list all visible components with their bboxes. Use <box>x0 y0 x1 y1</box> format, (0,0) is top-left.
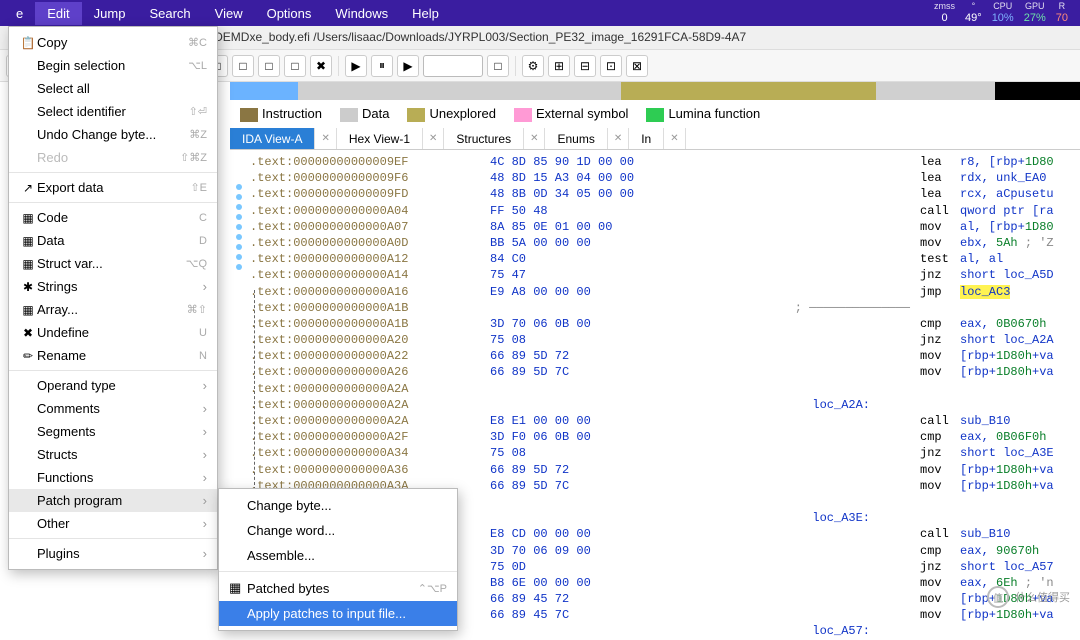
disasm-line[interactable]: .text:0000000000000A2A <box>250 381 1080 397</box>
menu-item-other[interactable]: Other <box>9 512 217 535</box>
menu-bar: eEditJumpSearchViewOptionsWindowsHelp zm… <box>0 0 1080 26</box>
edit-menu-dropdown: 📋Copy⌘CBegin selection⌥LSelect allSelect… <box>8 26 218 570</box>
menu-item-plugins[interactable]: Plugins <box>9 542 217 565</box>
tab-structures[interactable]: Structures <box>444 128 524 149</box>
menu-windows[interactable]: Windows <box>323 2 400 25</box>
disasm-line[interactable]: .text:0000000000000A2666 89 5D 7Cmov[rbp… <box>250 364 1080 380</box>
submenu-item-change-byte-[interactable]: Change byte... <box>219 493 457 518</box>
disasm-line[interactable]: .text:0000000000000A2AE8 E1 00 00 00call… <box>250 413 1080 429</box>
disasm-line[interactable]: .text:0000000000000A0DBB 5A 00 00 00move… <box>250 235 1080 251</box>
disasm-line[interactable]: .text:0000000000000A2075 08jnzshort loc_… <box>250 332 1080 348</box>
overview-strip[interactable] <box>230 82 1080 100</box>
toolbar-button-15[interactable]: □ <box>487 55 509 77</box>
submenu-item-patched-bytes[interactable]: ▦Patched bytes⌃⌥P <box>219 575 457 601</box>
submenu-item-assemble-[interactable]: Assemble... <box>219 543 457 568</box>
system-stats: zmss0 °49° CPU10% GPU27% R70 <box>934 2 1076 24</box>
disasm-line[interactable]: .text:0000000000000A3475 08jnzshort loc_… <box>250 445 1080 461</box>
disasm-line[interactable]: .text:0000000000000A2266 89 5D 72mov[rbp… <box>250 348 1080 364</box>
menu-item-undefine[interactable]: ✖UndefineU <box>9 321 217 344</box>
menu-item-patch-program[interactable]: Patch program <box>9 489 217 512</box>
menu-item-array-[interactable]: ▦Array...⌘⇧ <box>9 298 217 321</box>
menu-item-struct-var-[interactable]: ▦Struct var...⌥Q <box>9 252 217 275</box>
tab-ida-view-a[interactable]: IDA View-A <box>230 128 315 149</box>
menu-item-comments[interactable]: Comments <box>9 397 217 420</box>
menu-help[interactable]: Help <box>400 2 451 25</box>
menu-item-strings[interactable]: ✱Strings <box>9 275 217 298</box>
toolbar-button-9[interactable]: □ <box>258 55 280 77</box>
jump-arrow <box>234 290 294 490</box>
menu-jump[interactable]: Jump <box>82 2 138 25</box>
toolbar-button-20[interactable]: ⊠ <box>626 55 648 77</box>
toolbar-button-18[interactable]: ⊟ <box>574 55 596 77</box>
menu-item-code[interactable]: ▦CodeC <box>9 206 217 229</box>
menu-icon: ↗ <box>19 181 37 195</box>
disasm-line[interactable]: .text:00000000000009EF4C 8D 85 90 1D 00 … <box>250 154 1080 170</box>
menu-icon: 📋 <box>19 36 37 50</box>
menu-item-undo-change-byte-[interactable]: Undo Change byte...⌘Z <box>9 123 217 146</box>
tab-in[interactable]: In <box>629 128 664 149</box>
menu-e[interactable]: e <box>4 2 35 25</box>
close-icon[interactable]: ✕ <box>530 133 538 144</box>
disasm-line[interactable]: .text:00000000000009FD48 8B 0D 34 05 00 … <box>250 186 1080 202</box>
toolbar-button-14[interactable]: ▶ <box>397 55 419 77</box>
menu-icon: ▦ <box>19 257 37 271</box>
watermark: 值什么值得买 <box>987 586 1070 608</box>
disasm-line[interactable]: .text:00000000000009F648 8D 15 A3 04 00 … <box>250 170 1080 186</box>
disasm-line[interactable]: .text:0000000000000A2Aloc_A2A: <box>250 397 1080 413</box>
view-tabs: IDA View-A ✕ Hex View-1 ✕ Structures ✕ Enums ✕ I… <box>230 128 1080 150</box>
menu-item-rename[interactable]: ✏RenameN <box>9 344 217 367</box>
toolbar-button-8[interactable]: □ <box>232 55 254 77</box>
menu-icon: ✖ <box>19 326 37 340</box>
menu-edit[interactable]: Edit <box>35 2 81 25</box>
toolbar-button-16[interactable]: ⚙ <box>522 55 544 77</box>
disasm-line[interactable]: .text:0000000000000A1B; ────────────── <box>250 300 1080 316</box>
tab-hex-view-1[interactable]: Hex View-1 <box>337 128 423 149</box>
menu-item-export-data[interactable]: ↗Export data⇧E <box>9 176 217 199</box>
close-icon[interactable]: ✕ <box>321 133 329 144</box>
menu-icon: ✱ <box>19 280 37 294</box>
menu-item-redo[interactable]: Redo⇧⌘Z <box>9 146 217 169</box>
close-icon[interactable]: ✕ <box>614 133 622 144</box>
menu-icon: ✏ <box>19 349 37 363</box>
toolbar-button-19[interactable]: ⊡ <box>600 55 622 77</box>
close-icon[interactable]: ✕ <box>429 133 437 144</box>
menu-icon: ▦ <box>19 303 37 317</box>
menu-options[interactable]: Options <box>255 2 324 25</box>
disasm-line[interactable]: .text:0000000000000A1475 47jnzshort loc_… <box>250 267 1080 283</box>
menu-item-copy[interactable]: 📋Copy⌘C <box>9 31 217 54</box>
menu-item-functions[interactable]: Functions <box>9 466 217 489</box>
menu-item-structs[interactable]: Structs <box>9 443 217 466</box>
submenu-item-change-word-[interactable]: Change word... <box>219 518 457 543</box>
tab-enums[interactable]: Enums <box>545 128 607 149</box>
toolbar-button-12[interactable]: ▶ <box>345 55 367 77</box>
toolbar-button-13[interactable]: ⏸ <box>371 55 393 77</box>
disasm-line[interactable]: .text:0000000000000A1B3D 70 06 0B 00cmpe… <box>250 316 1080 332</box>
toolbar-input[interactable] <box>423 55 483 77</box>
disasm-line[interactable]: .text:0000000000000A2F3D F0 06 0B 00cmpe… <box>250 429 1080 445</box>
disasm-line[interactable]: .text:0000000000000A078A 85 0E 01 00 00m… <box>250 219 1080 235</box>
toolbar-button-17[interactable]: ⊞ <box>548 55 570 77</box>
toolbar-button-10[interactable]: □ <box>284 55 306 77</box>
disasm-line[interactable]: .text:0000000000000A3666 89 5D 72mov[rbp… <box>250 462 1080 478</box>
menu-item-data[interactable]: ▦DataD <box>9 229 217 252</box>
disasm-line[interactable]: .text:0000000000000A1284 C0testal, al <box>250 251 1080 267</box>
menu-search[interactable]: Search <box>137 2 202 25</box>
menu-item-begin-selection[interactable]: Begin selection⌥L <box>9 54 217 77</box>
menu-icon: ▦ <box>19 211 37 225</box>
disasm-line[interactable]: .text:0000000000000A16E9 A8 00 00 00jmpl… <box>250 284 1080 300</box>
menu-icon: ▦ <box>19 234 37 248</box>
patch-program-submenu: Change byte...Change word...Assemble... ▦… <box>218 488 458 631</box>
menu-item-operand-type[interactable]: Operand type <box>9 374 217 397</box>
close-icon[interactable]: ✕ <box>670 133 678 144</box>
menu-item-select-identifier[interactable]: Select identifier⇧⏎ <box>9 100 217 123</box>
toolbar-button-11[interactable]: ✖ <box>310 55 332 77</box>
menu-item-select-all[interactable]: Select all <box>9 77 217 100</box>
menu-view[interactable]: View <box>203 2 255 25</box>
disasm-line[interactable]: .text:0000000000000A04FF 50 48callqword … <box>250 203 1080 219</box>
menu-item-segments[interactable]: Segments <box>9 420 217 443</box>
